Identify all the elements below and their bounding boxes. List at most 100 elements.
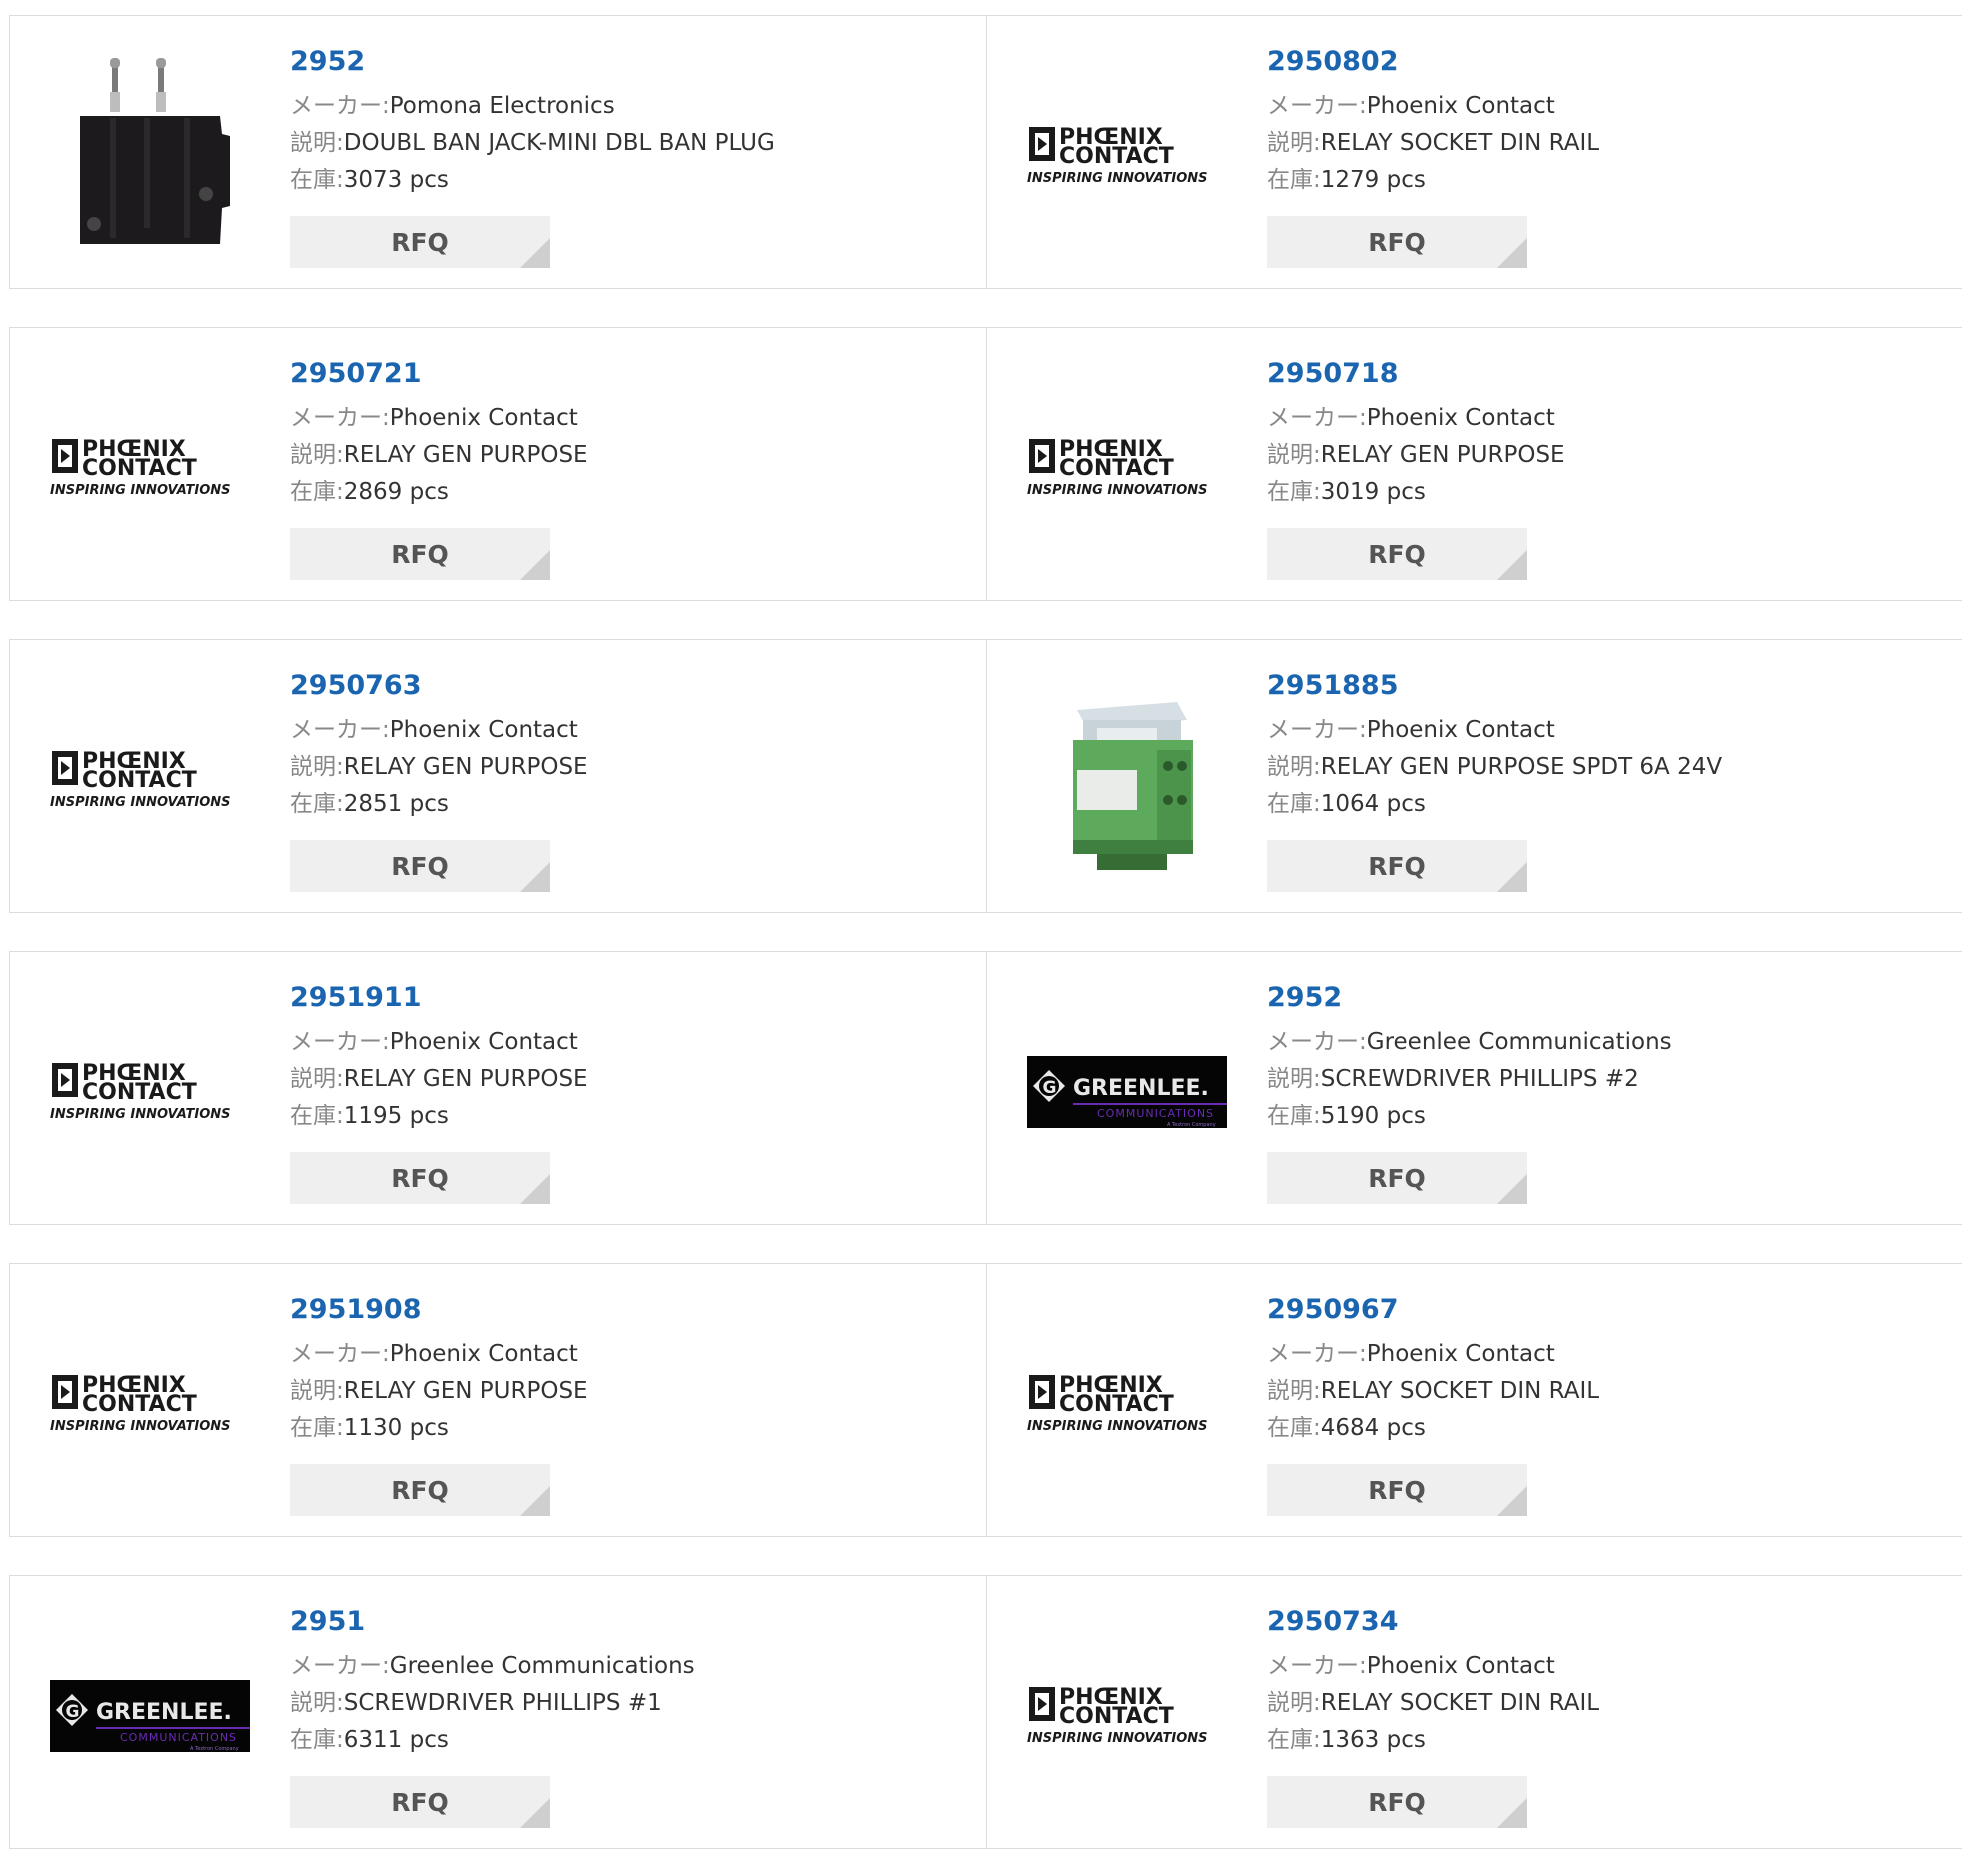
greenlee-logo-tiny: A Textron Company — [1167, 1122, 1216, 1128]
rfq-button[interactable]: RFQ — [1267, 1464, 1527, 1516]
stock-line: 在庫:5190 pcs — [1267, 1098, 1947, 1135]
rfq-button[interactable]: RFQ — [1267, 1776, 1527, 1828]
phoenix-logo-tagline: INSPIRING INNOVATIONS — [1027, 171, 1208, 186]
description-value: RELAY GEN PURPOSE — [343, 1066, 588, 1092]
part-number-link[interactable]: 2951911 — [290, 980, 970, 1016]
rfq-button[interactable]: RFQ — [290, 840, 550, 892]
part-number-link[interactable]: 2950802 — [1267, 44, 1947, 80]
phoenix-contact-logo: PHŒNIXCONTACTINSPIRING INNOVATIONS — [1027, 125, 1208, 186]
product-image[interactable]: G GREENLEE. COMMUNICATIONS A Textron Compan… — [50, 1616, 250, 1816]
description-line: 説明:DOUBL BAN JACK-MINI DBL BAN PLUG — [290, 125, 970, 162]
description-line: 説明:SCREWDRIVER PHILLIPS #2 — [1267, 1061, 1947, 1098]
stock-value: 4684 pcs — [1320, 1415, 1426, 1441]
rfq-corner-decoration — [1497, 1798, 1527, 1828]
stock-line: 在庫:3073 pcs — [290, 162, 970, 199]
part-number-link[interactable]: 2951908 — [290, 1292, 970, 1328]
stock-value: 1195 pcs — [343, 1103, 449, 1129]
product-image[interactable] — [1027, 680, 1227, 880]
product-card: PHŒNIX CONTACT INSPIRING INNOVATIONS 295080… — [986, 15, 1962, 289]
phoenix-logo-line2: CONTACT — [82, 456, 197, 481]
product-info: 2950763 メーカー:Phoenix Contact 説明:RELAY GEN … — [290, 668, 970, 823]
relay-module-image — [1073, 702, 1193, 870]
product-image[interactable]: G GREENLEE. COMMUNICATIONS A Textron Compan… — [1027, 992, 1227, 1192]
description-line: 説明:RELAY GEN PURPOSE — [290, 437, 970, 474]
part-number-link[interactable]: 2951885 — [1267, 668, 1947, 704]
product-image[interactable]: PHŒNIX CONTACT INSPIRING INNOVATIONS — [50, 992, 250, 1192]
description-line: 説明:SCREWDRIVER PHILLIPS #1 — [290, 1685, 970, 1722]
maker-label: メーカー: — [290, 717, 390, 743]
product-info: 2951 メーカー:Greenlee Communications 説明:SCREW… — [290, 1604, 970, 1759]
product-image[interactable]: PHŒNIX CONTACT INSPIRING INNOVATIONS — [1027, 1616, 1227, 1816]
product-image[interactable]: PHŒNIX CONTACT INSPIRING INNOVATIONS — [50, 680, 250, 880]
stock-line: 在庫:1064 pcs — [1267, 786, 1947, 823]
rfq-button[interactable]: RFQ — [1267, 840, 1527, 892]
stock-label: 在庫: — [290, 1415, 344, 1441]
rfq-button[interactable]: RFQ — [290, 1776, 550, 1828]
rfq-label: RFQ — [391, 539, 449, 569]
product-info: 2951885 メーカー:Phoenix Contact 説明:RELAY GEN … — [1267, 668, 1947, 823]
phoenix-contact-logo: PHŒNIXCONTACTINSPIRING INNOVATIONS — [1027, 1373, 1208, 1434]
product-image[interactable]: PHŒNIX CONTACT INSPIRING INNOVATIONS — [1027, 368, 1227, 568]
maker-line: メーカー:Phoenix Contact — [290, 400, 970, 437]
stock-value: 3019 pcs — [1320, 479, 1426, 505]
rfq-button[interactable]: RFQ — [1267, 216, 1527, 268]
maker-label: メーカー: — [1267, 1029, 1367, 1055]
rfq-button[interactable]: RFQ — [290, 216, 550, 268]
maker-value: Pomona Electronics — [389, 93, 615, 119]
phoenix-logo-tagline: INSPIRING INNOVATIONS — [50, 795, 231, 810]
rfq-label: RFQ — [391, 1787, 449, 1817]
product-card: PHŒNIX CONTACT INSPIRING INNOVATIONS 295071… — [986, 327, 1962, 601]
part-number-link[interactable]: 2951 — [290, 1604, 970, 1640]
product-card: PHŒNIX CONTACT INSPIRING INNOVATIONS 295073… — [986, 1575, 1962, 1849]
rfq-label: RFQ — [1368, 851, 1426, 881]
maker-label: メーカー: — [1267, 717, 1367, 743]
product-grid: 2952 メーカー:Pomona Electronics 説明:DOUBL BAN … — [0, 0, 1962, 1849]
phoenix-logo-line2: CONTACT — [82, 1392, 197, 1417]
rfq-button[interactable]: RFQ — [1267, 528, 1527, 580]
part-number-link[interactable]: 2950763 — [290, 668, 970, 704]
maker-value: Phoenix Contact — [1366, 717, 1555, 743]
stock-value: 5190 pcs — [1320, 1103, 1426, 1129]
rfq-button[interactable]: RFQ — [1267, 1152, 1527, 1204]
stock-value: 1130 pcs — [343, 1415, 449, 1441]
product-image[interactable]: PHŒNIX CONTACT INSPIRING INNOVATIONS — [50, 368, 250, 568]
maker-label: メーカー: — [1267, 1341, 1367, 1367]
part-number-link[interactable]: 2950721 — [290, 356, 970, 392]
stock-label: 在庫: — [290, 167, 344, 193]
product-image[interactable]: PHŒNIX CONTACT INSPIRING INNOVATIONS — [1027, 1304, 1227, 1504]
product-image[interactable]: PHŒNIX CONTACT INSPIRING INNOVATIONS — [1027, 56, 1227, 256]
rfq-corner-decoration — [520, 1798, 550, 1828]
product-info: 2951911 メーカー:Phoenix Contact 説明:RELAY GEN … — [290, 980, 970, 1135]
stock-line: 在庫:1195 pcs — [290, 1098, 970, 1135]
description-label: 説明: — [290, 442, 344, 468]
phoenix-logo-line2: CONTACT — [1059, 144, 1174, 169]
rfq-button[interactable]: RFQ — [290, 528, 550, 580]
stock-value: 6311 pcs — [343, 1727, 449, 1753]
rfq-corner-decoration — [1497, 238, 1527, 268]
rfq-corner-decoration — [1497, 1174, 1527, 1204]
product-info: 2950734 メーカー:Phoenix Contact 説明:RELAY SOCK… — [1267, 1604, 1947, 1759]
description-label: 説明: — [1267, 1378, 1321, 1404]
description-line: 説明:RELAY SOCKET DIN RAIL — [1267, 1373, 1947, 1410]
rfq-label: RFQ — [1368, 1787, 1426, 1817]
maker-label: メーカー: — [290, 93, 390, 119]
rfq-button[interactable]: RFQ — [290, 1152, 550, 1204]
part-number-link[interactable]: 2952 — [290, 44, 970, 80]
part-number-link[interactable]: 2950734 — [1267, 1604, 1947, 1640]
part-number-link[interactable]: 2952 — [1267, 980, 1947, 1016]
description-label: 説明: — [1267, 442, 1321, 468]
part-number-link[interactable]: 2950967 — [1267, 1292, 1947, 1328]
rfq-corner-decoration — [520, 238, 550, 268]
stock-line: 在庫:1130 pcs — [290, 1410, 970, 1447]
maker-label: メーカー: — [290, 1341, 390, 1367]
product-info: 2950802 メーカー:Phoenix Contact 説明:RELAY SOCK… — [1267, 44, 1947, 199]
stock-line: 在庫:6311 pcs — [290, 1722, 970, 1759]
phoenix-contact-logo: PHŒNIXCONTACTINSPIRING INNOVATIONS — [50, 437, 231, 498]
part-number-link[interactable]: 2950718 — [1267, 356, 1947, 392]
product-image[interactable]: PHŒNIX CONTACT INSPIRING INNOVATIONS — [50, 1304, 250, 1504]
rfq-button[interactable]: RFQ — [290, 1464, 550, 1516]
maker-value: Greenlee Communications — [1366, 1029, 1672, 1055]
description-label: 説明: — [290, 754, 344, 780]
maker-value: Phoenix Contact — [389, 1029, 578, 1055]
product-image[interactable] — [50, 56, 250, 256]
